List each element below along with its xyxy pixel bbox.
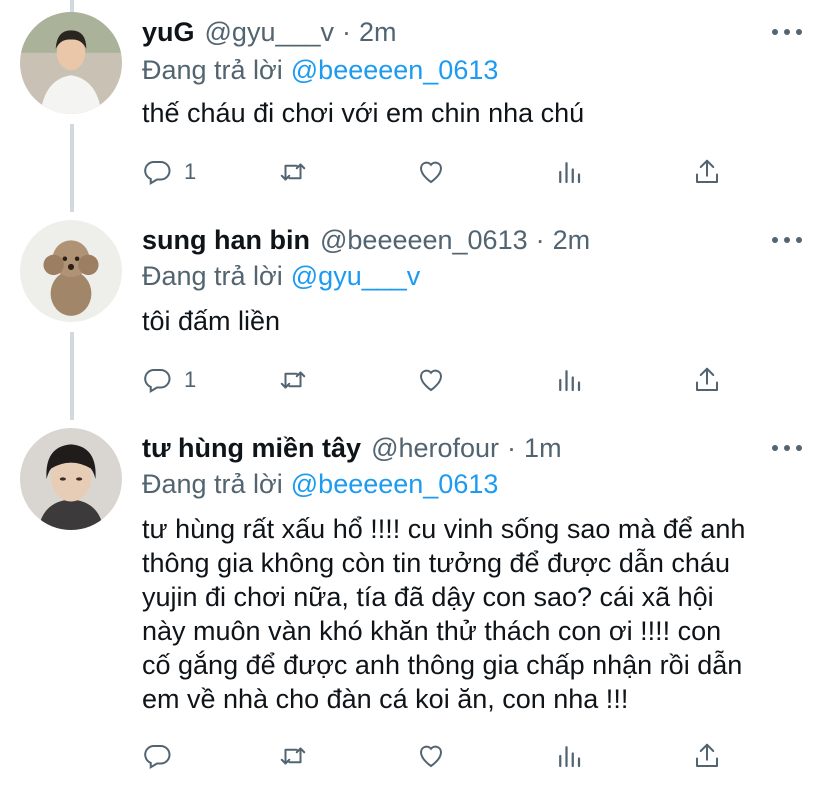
separator-dot: · [507, 432, 517, 463]
tweet-header: sung han bin @beeeeen_0613 · 2m [142, 220, 590, 260]
tweet-text-line: em về nhà cho đàn cá koi ăn, con nha !!! [142, 684, 629, 714]
mention-link[interactable]: @beeeeen_0613 [291, 469, 499, 500]
like-button[interactable] [416, 736, 446, 776]
share-icon [696, 367, 718, 391]
share-button[interactable] [692, 736, 722, 776]
reply-icon [144, 369, 171, 394]
like-button[interactable] [416, 360, 446, 400]
analytics-icon [559, 370, 581, 392]
reply-button[interactable]: 1 [142, 152, 196, 192]
tweet-text: tôi đấm liền [142, 306, 281, 336]
like-icon [419, 369, 443, 392]
tweet-text-line: tư hùng rất xấu hổ !!!! cu vinh sống sao… [142, 514, 746, 544]
share-icon [696, 743, 718, 767]
analytics-button[interactable] [554, 152, 584, 192]
tweet-text-line: thông gia không còn tin tưởng để được dẫ… [142, 548, 730, 578]
timestamp[interactable]: 2m [553, 225, 591, 256]
tweet-text: thế cháu đi chơi với em chin nha chú [142, 98, 585, 128]
tweet[interactable]: yuG @gyu___v · 2m Đang trả lời @beeeeen_… [0, 12, 828, 212]
tweet-header: tư hùng miền tây @herofour · 1m [142, 428, 562, 468]
tweet-header: yuG @gyu___v · 2m [142, 12, 397, 52]
user-handle[interactable]: @gyu___v [205, 17, 335, 48]
display-name[interactable]: yuG [142, 17, 195, 48]
replying-to: Đang trả lời @beeeeen_0613 [142, 464, 498, 504]
tweet-text-line: này muôn vàn khó khăn thử thách con ơi !… [142, 616, 722, 646]
retweet-icon [280, 163, 306, 181]
tweet-text: tư hùng rất xấu hổ !!!! cu vinh sống sao… [142, 512, 782, 716]
tweet-actions: 1 [142, 152, 742, 192]
tweet[interactable]: tư hùng miền tây @herofour · 1m Đang trả… [0, 428, 828, 788]
share-button[interactable] [692, 360, 722, 400]
reply-button[interactable] [142, 736, 172, 776]
retweet-button[interactable] [278, 152, 308, 192]
avatar-poodle-icon [20, 220, 122, 322]
like-icon [419, 745, 443, 768]
replying-to: Đang trả lời @gyu___v [142, 256, 420, 296]
analytics-button[interactable] [554, 736, 584, 776]
reply-count: 1 [184, 367, 197, 392]
avatar[interactable] [20, 12, 122, 114]
user-handle[interactable]: @herofour [371, 433, 499, 464]
replying-label: Đang trả lời [142, 468, 283, 499]
retweet-icon [280, 371, 306, 389]
like-button[interactable] [416, 152, 446, 192]
tweet[interactable]: sung han bin @beeeeen_0613 · 2m Đang trả… [0, 220, 828, 420]
tweet-actions: 1 [142, 360, 742, 400]
analytics-icon [559, 162, 581, 184]
mention-link[interactable]: @gyu___v [291, 261, 421, 292]
tweet-actions [142, 736, 742, 776]
avatar-man-white-shirt-icon [20, 12, 122, 114]
reply-icon [144, 161, 171, 186]
retweet-button[interactable] [278, 736, 308, 776]
reply-button[interactable]: 1 [142, 360, 196, 400]
separator-dot: · [342, 16, 352, 47]
avatar[interactable] [20, 220, 122, 322]
separator-dot: · [535, 224, 545, 255]
analytics-button[interactable] [554, 360, 584, 400]
reply-icon [144, 745, 171, 770]
share-button[interactable] [692, 152, 722, 192]
display-name[interactable]: sung han bin [142, 225, 310, 256]
like-icon [419, 161, 443, 184]
display-name[interactable]: tư hùng miền tây [142, 433, 361, 464]
analytics-icon [559, 746, 581, 768]
replying-label: Đang trả lời [142, 54, 283, 85]
avatar[interactable] [20, 428, 122, 530]
replying-to: Đang trả lời @beeeeen_0613 [142, 50, 498, 90]
mention-link[interactable]: @beeeeen_0613 [291, 55, 499, 86]
more-icon[interactable] [772, 230, 802, 250]
timestamp[interactable]: 1m [524, 433, 562, 464]
retweet-button[interactable] [278, 360, 308, 400]
more-icon[interactable] [772, 438, 802, 458]
user-handle[interactable]: @beeeeen_0613 [320, 225, 528, 256]
replying-label: Đang trả lời [142, 260, 283, 291]
tweet-text-line: cố gắng để được anh thông gia chấp nhận … [142, 650, 743, 680]
avatar-boy-hair-icon [20, 428, 122, 530]
tweet-text-line: yujin đi chơi nữa, tía đã dậy con sao? c… [142, 582, 714, 612]
more-icon[interactable] [772, 22, 802, 42]
share-icon [696, 159, 718, 183]
reply-count: 1 [184, 159, 197, 184]
thread-line [70, 0, 74, 12]
timestamp[interactable]: 2m [359, 17, 397, 48]
retweet-icon [280, 747, 306, 765]
